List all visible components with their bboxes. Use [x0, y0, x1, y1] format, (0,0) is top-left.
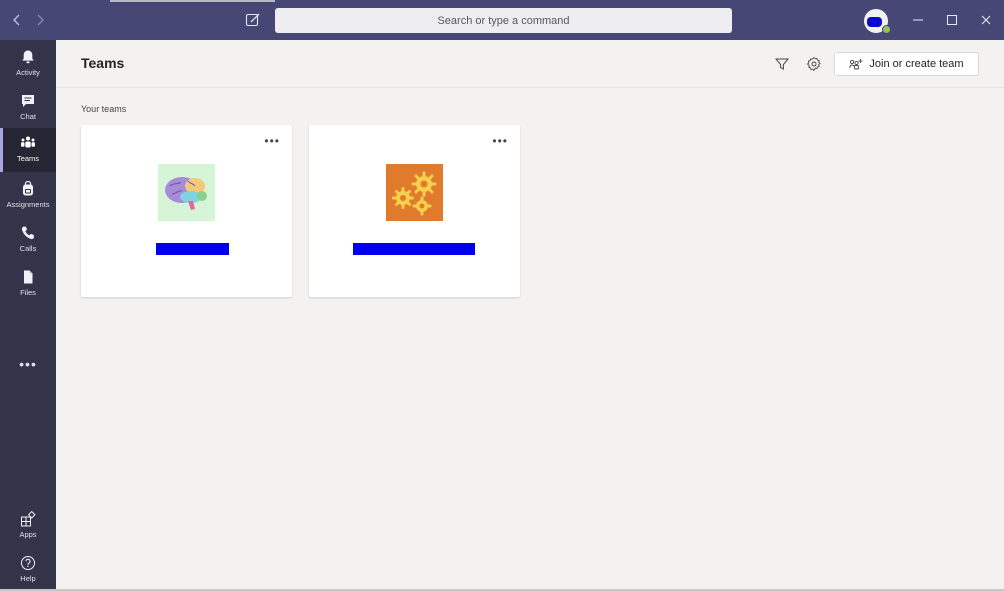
gear-icon[interactable]	[806, 56, 822, 72]
apps-icon	[21, 511, 36, 527]
gears-icon	[386, 164, 443, 221]
close-icon	[981, 15, 991, 25]
team-card[interactable]: •••	[309, 125, 520, 297]
minimize-button[interactable]	[911, 13, 925, 27]
team-name-redacted	[353, 243, 475, 255]
rail-item-teams[interactable]: Teams	[0, 128, 56, 172]
rail-item-assignments[interactable]: Assignments	[0, 174, 56, 218]
add-team-icon	[849, 59, 863, 70]
brain-icon	[158, 164, 215, 221]
rail-item-chat[interactable]: Chat	[0, 86, 56, 130]
rail-label: Activity	[16, 68, 40, 77]
bell-icon	[22, 50, 34, 64]
more-apps-button[interactable]: •••	[0, 356, 56, 372]
page-header: Teams Join or create team	[56, 40, 1004, 88]
forward-button[interactable]	[33, 12, 47, 28]
top-strip	[110, 0, 275, 2]
app-rail: Activity Chat Teams Assignments Calls Fi…	[0, 40, 56, 591]
rail-label: Chat	[20, 112, 36, 121]
rail-label: Help	[20, 574, 36, 583]
join-button-label: Join or create team	[869, 58, 964, 70]
rail-label: Assignments	[6, 200, 50, 209]
teams-icon	[21, 136, 35, 148]
chat-icon	[22, 95, 34, 107]
avatar-redaction	[867, 17, 882, 27]
help-icon	[21, 556, 35, 570]
presence-status-icon	[882, 25, 891, 34]
join-or-create-team-button[interactable]: Join or create team	[834, 52, 979, 76]
chevron-left-icon	[13, 14, 20, 26]
team-card[interactable]: •••	[81, 125, 292, 297]
maximize-button[interactable]	[945, 13, 959, 27]
minimize-icon	[913, 19, 923, 21]
page-title: Teams	[81, 55, 125, 71]
search-placeholder: Search or type a command	[437, 14, 570, 27]
search-input[interactable]: Search or type a command	[275, 8, 732, 33]
phone-icon	[21, 226, 34, 240]
backpack-icon	[23, 181, 33, 196]
section-label-your-teams: Your teams	[81, 104, 127, 114]
close-button[interactable]	[979, 13, 993, 27]
maximize-icon	[947, 15, 957, 25]
rail-item-activity[interactable]: Activity	[0, 42, 56, 86]
file-icon	[24, 270, 33, 284]
back-button[interactable]	[10, 12, 24, 28]
filter-icon[interactable]	[774, 56, 790, 72]
more-icon: •••	[19, 356, 37, 372]
rail-label: Teams	[16, 154, 40, 163]
rail-item-apps[interactable]: Apps	[0, 504, 56, 548]
rail-item-help[interactable]: Help	[0, 548, 56, 591]
chevron-right-icon	[37, 14, 44, 26]
rail-label: Files	[20, 288, 36, 297]
more-options-icon[interactable]: •••	[492, 134, 508, 148]
rail-item-files[interactable]: Files	[0, 262, 56, 306]
compose-icon[interactable]	[245, 12, 261, 28]
team-name-redacted	[156, 243, 229, 255]
title-bar: Search or type a command	[0, 0, 1004, 40]
more-options-icon[interactable]: •••	[264, 134, 280, 148]
rail-label: Apps	[19, 530, 37, 539]
rail-item-calls[interactable]: Calls	[0, 218, 56, 262]
rail-label: Calls	[19, 244, 37, 253]
